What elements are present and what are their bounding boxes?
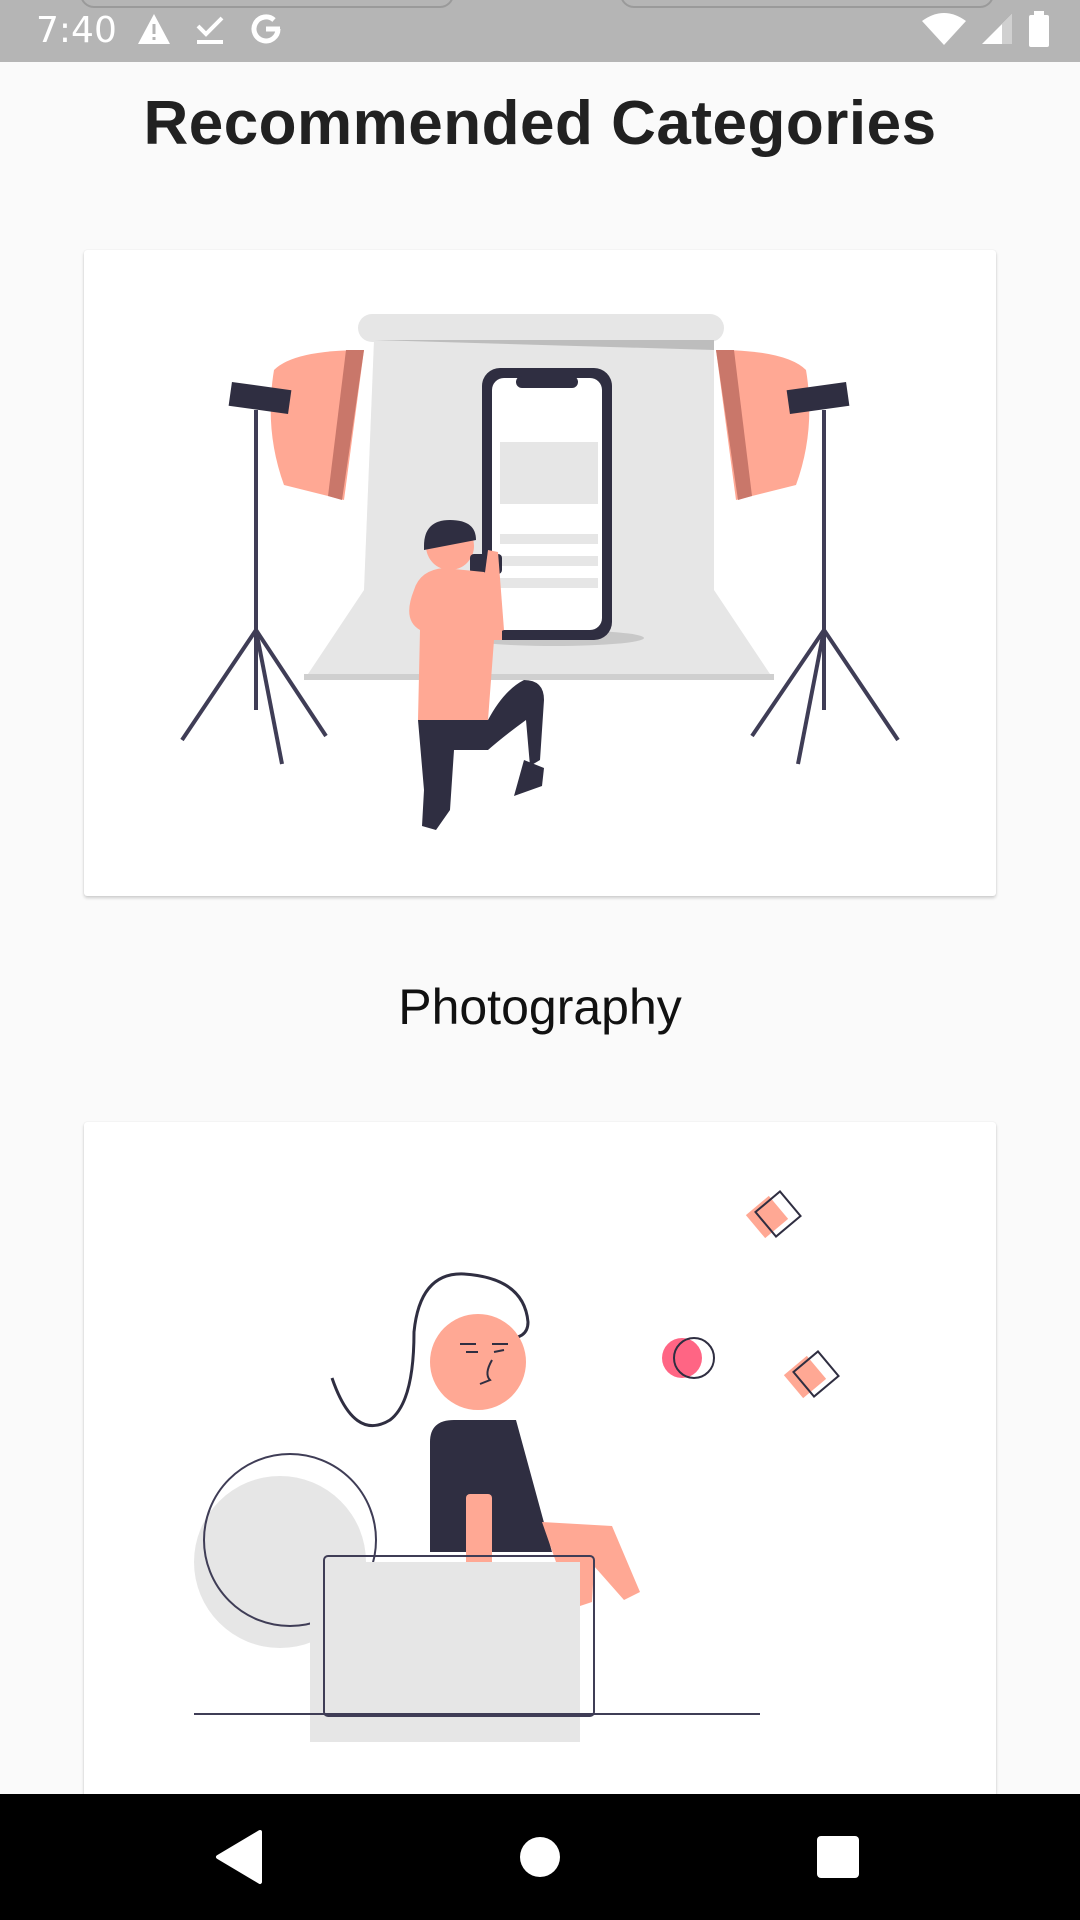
home-icon[interactable] [505, 1822, 575, 1892]
cell-signal-icon [980, 12, 1014, 51]
category-card-second[interactable] [84, 1122, 996, 1802]
status-bar: 7:40 [0, 0, 1080, 62]
battery-icon [1028, 10, 1050, 52]
warning-icon [136, 12, 172, 51]
navigation-bar [0, 1794, 1080, 1920]
back-icon[interactable] [204, 1822, 274, 1892]
category-label-photography[interactable]: Photography [0, 978, 1080, 1036]
peek-tab-left [80, 0, 454, 8]
peek-tab-right [620, 0, 994, 8]
google-icon [248, 11, 284, 52]
wifi-icon [922, 12, 966, 50]
download-done-icon [194, 12, 226, 51]
photographer-studio-illustration [180, 314, 900, 830]
recents-icon[interactable] [803, 1822, 873, 1892]
person-at-desk-illustration [194, 1190, 840, 1742]
page-title: Recommended Categories [143, 89, 937, 158]
category-card-photography[interactable] [84, 250, 996, 896]
status-time: 7:40 [36, 10, 117, 51]
